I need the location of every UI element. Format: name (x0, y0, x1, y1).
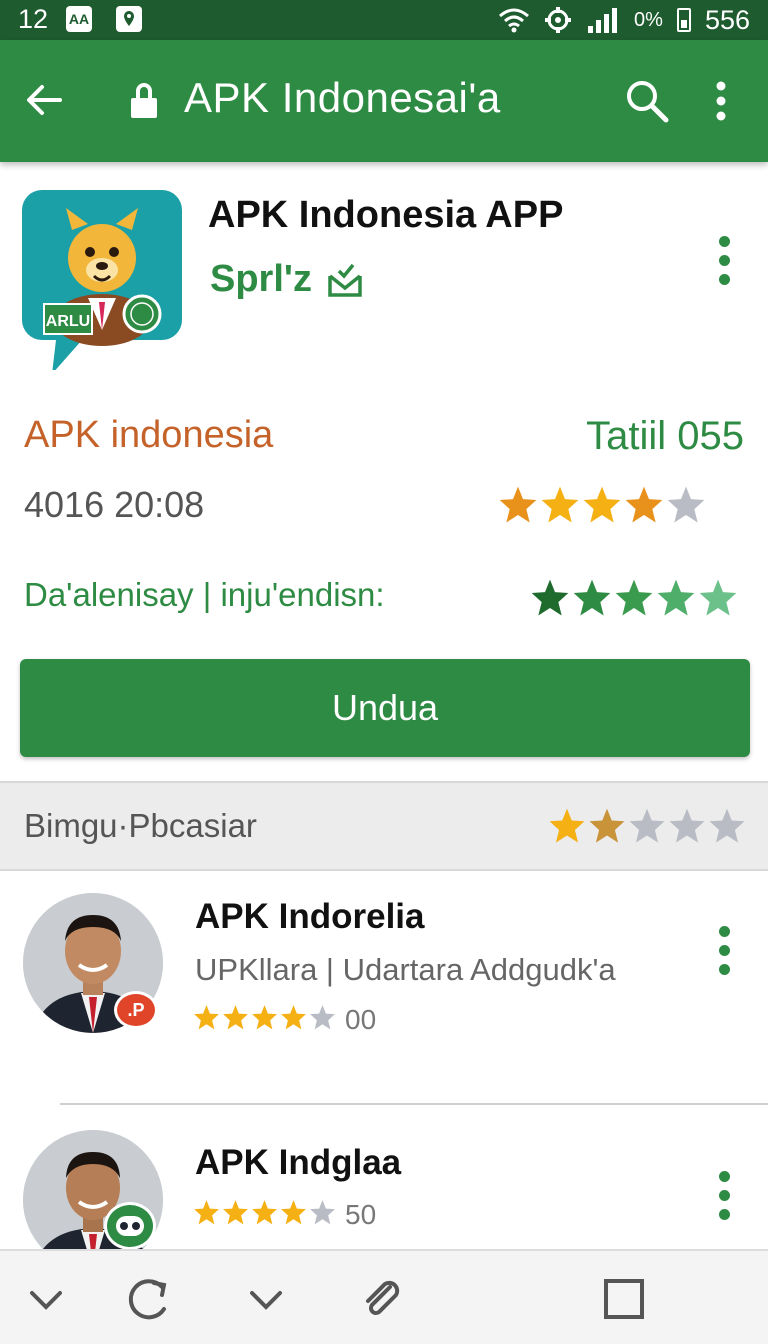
app-bar-title: APK Indonesai'a (184, 74, 501, 121)
app-badge-icon (104, 1202, 156, 1250)
attachment-icon[interactable] (358, 1275, 406, 1323)
star-icon (194, 1005, 219, 1030)
section-rating-stars (548, 807, 746, 845)
star-icon (223, 1005, 248, 1030)
section-title: Bimgu·Pbcasiar (24, 807, 257, 844)
lock-icon (131, 83, 157, 118)
star-icon (252, 1005, 277, 1030)
status-value: 556 (704, 4, 750, 35)
publisher-label[interactable]: APK indonesia (24, 414, 273, 457)
app-icon-badge-text: ARLU (46, 313, 90, 330)
app-rating-stars (498, 485, 706, 525)
list-item-subtitle: UPKllara | Udartara Addgudk'a (195, 952, 616, 987)
list-divider (60, 1103, 768, 1105)
search-icon[interactable] (624, 78, 670, 124)
back-arrow-icon[interactable] (22, 78, 66, 122)
star-icon (709, 808, 745, 843)
star-icon (252, 1200, 277, 1225)
app-badge: .P (114, 991, 158, 1029)
star-icon (281, 1005, 306, 1030)
list-item-rating-count: 00 (345, 1004, 377, 1035)
square-icon[interactable] (602, 1277, 646, 1321)
app-menu-button[interactable] (712, 236, 736, 292)
list-item-title[interactable]: APK Indglaa (195, 1143, 401, 1183)
signal-icon (588, 8, 618, 33)
wifi-icon (499, 8, 530, 33)
star-icon (549, 808, 585, 843)
bottom-navigation (0, 1249, 768, 1344)
star-icon (573, 579, 611, 616)
star-icon (699, 579, 737, 616)
green-rating-stars (530, 578, 738, 618)
app-icon[interactable]: ARLU (22, 190, 182, 374)
list-item-rating-count: 50 (345, 1199, 377, 1230)
chevron-down-icon[interactable] (24, 1277, 68, 1321)
star-icon (281, 1200, 306, 1225)
list-item-title[interactable]: APK Indorelia (195, 897, 424, 937)
star-icon (541, 486, 579, 523)
star-icon (615, 579, 653, 616)
star-icon (531, 579, 569, 616)
chevron-down-icon[interactable] (244, 1277, 288, 1321)
star-icon (310, 1005, 335, 1030)
star-icon (667, 486, 705, 523)
battery-icon (676, 8, 691, 32)
star-icon (223, 1200, 248, 1225)
developer-name[interactable]: Sprl'z (210, 258, 312, 301)
category-line[interactable]: Da'alenisay | inju'endisn: (24, 576, 385, 614)
location-icon (116, 6, 142, 32)
notification-icon: AA (66, 6, 92, 32)
update-date: 4016 20:08 (24, 484, 205, 525)
star-icon (499, 486, 537, 523)
star-icon (310, 1200, 335, 1225)
list-item-rating-stars (193, 1004, 336, 1031)
install-button[interactable]: Undua (20, 659, 750, 757)
developer-row[interactable]: Sprl'z (210, 258, 364, 301)
list-item-rating-stars (193, 1199, 336, 1226)
star-icon (669, 808, 705, 843)
status-time: 12 (18, 4, 49, 34)
list-item-menu-button[interactable] (712, 926, 736, 982)
status-bar: 12 AA 0% 556 (0, 0, 768, 40)
app-bar: APK Indonesai'a (0, 40, 768, 162)
sync-icon (545, 7, 572, 33)
list-item-menu-button[interactable] (712, 1171, 736, 1227)
battery-percent: 0% (634, 8, 663, 31)
star-icon (625, 486, 663, 523)
more-vert-icon[interactable] (706, 78, 736, 124)
section-header[interactable]: Bimgu·Pbcasiar (0, 781, 768, 871)
star-icon (657, 579, 695, 616)
verified-badge-icon (328, 263, 362, 297)
star-icon (589, 808, 625, 843)
star-icon (583, 486, 621, 523)
app-name: APK Indonesia APP (208, 194, 564, 236)
star-icon (629, 808, 665, 843)
star-icon (194, 1200, 219, 1225)
refresh-icon[interactable] (124, 1275, 172, 1323)
size-label: Tatiil 055 (586, 414, 744, 458)
